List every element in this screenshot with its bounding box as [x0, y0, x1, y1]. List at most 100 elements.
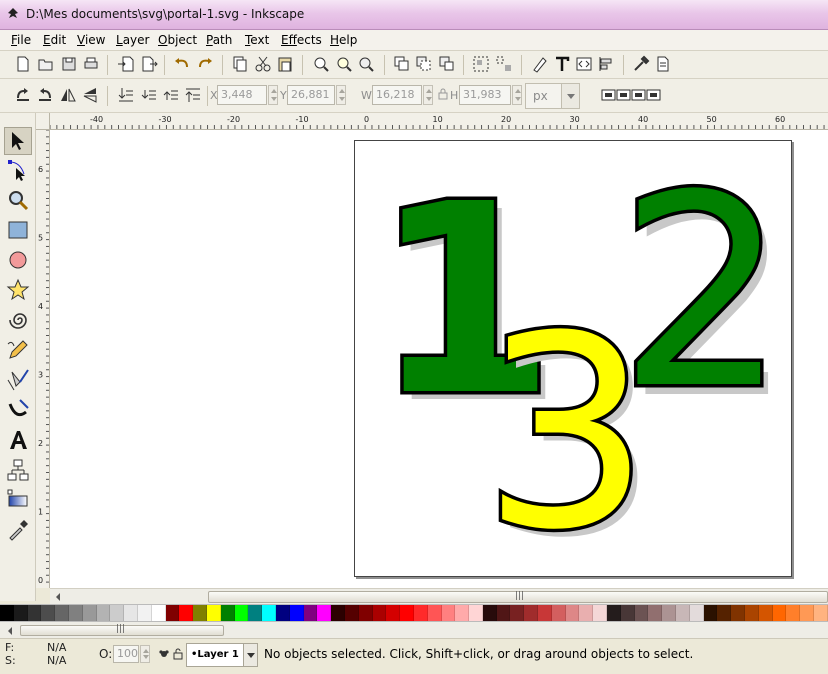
palette-swatch[interactable]: [524, 605, 539, 621]
preferences-icon[interactable]: [631, 54, 651, 74]
drawing-canvas[interactable]: 1 1 2 2 3 3: [50, 130, 828, 588]
palette-swatch[interactable]: [344, 605, 359, 621]
layer-select[interactable]: •Layer 1: [186, 643, 258, 667]
palette-swatch[interactable]: [538, 605, 552, 621]
palette-swatch[interactable]: [13, 605, 28, 621]
print-icon[interactable]: [81, 54, 101, 74]
palette-swatch[interactable]: [124, 605, 138, 621]
import-icon[interactable]: [116, 54, 136, 74]
lower-icon[interactable]: [139, 85, 159, 105]
palette-swatch[interactable]: [220, 605, 235, 621]
paste-icon[interactable]: [275, 54, 295, 74]
palette-swatch[interactable]: [745, 605, 759, 621]
canvas-horizontal-scrollbar[interactable]: |||: [50, 588, 828, 604]
palette-swatch[interactable]: [565, 605, 580, 621]
palette-swatch[interactable]: [772, 605, 787, 621]
menu-object[interactable]: Object: [158, 33, 197, 47]
x-spinner[interactable]: [268, 85, 278, 105]
palette-swatch[interactable]: [386, 605, 401, 621]
palette-swatch[interactable]: [496, 605, 511, 621]
calligraphy-tool-icon[interactable]: [4, 396, 32, 424]
palette-swatch[interactable]: [400, 605, 414, 621]
palette-swatch[interactable]: [262, 605, 276, 621]
opacity-spinner[interactable]: [140, 645, 150, 663]
zoom-page-icon[interactable]: [356, 54, 376, 74]
palette-swatch[interactable]: [0, 605, 14, 621]
palette-swatch[interactable]: [482, 605, 497, 621]
palette-swatch[interactable]: [27, 605, 42, 621]
palette-scroll-left-icon[interactable]: [8, 627, 12, 635]
palette-swatch[interactable]: [358, 605, 373, 621]
ellipse-tool-icon[interactable]: [4, 246, 32, 274]
selector-tool-icon[interactable]: [4, 127, 32, 155]
node-tool-icon[interactable]: [4, 156, 32, 184]
ungroup-icon[interactable]: [494, 54, 514, 74]
palette-swatch[interactable]: [303, 605, 318, 621]
palette-swatch[interactable]: [179, 605, 194, 621]
palette-scroll-thumb[interactable]: |||: [20, 624, 224, 636]
document-properties-icon[interactable]: [653, 54, 673, 74]
y-spinner[interactable]: [336, 85, 346, 105]
layer-lock-icon[interactable]: [173, 648, 183, 660]
x-field[interactable]: 3,448: [217, 85, 267, 105]
menu-edit[interactable]: Edit: [43, 33, 66, 47]
palette-swatch[interactable]: [551, 605, 566, 621]
palette-swatch[interactable]: [372, 605, 387, 621]
h-spinner[interactable]: [512, 85, 522, 105]
rotate-cw-icon[interactable]: [35, 85, 55, 105]
zoom-tool-icon[interactable]: [4, 186, 32, 214]
menu-help[interactable]: Help: [330, 33, 357, 47]
palette-swatch[interactable]: [110, 605, 125, 621]
menu-file[interactable]: File: [11, 33, 31, 47]
save-icon[interactable]: [59, 54, 79, 74]
palette-swatch[interactable]: [289, 605, 304, 621]
digit-three[interactable]: 3: [479, 277, 655, 579]
palette-swatch[interactable]: [648, 605, 663, 621]
palette-swatch[interactable]: [786, 605, 801, 621]
palette-swatch[interactable]: [620, 605, 635, 621]
palette-swatch[interactable]: [634, 605, 649, 621]
palette-swatch[interactable]: [165, 605, 180, 621]
palette-swatch[interactable]: [800, 605, 815, 621]
palette-swatch[interactable]: [151, 605, 166, 621]
menu-view[interactable]: View: [77, 33, 105, 47]
undo-icon[interactable]: [172, 54, 192, 74]
stroke-value[interactable]: N/A: [47, 654, 66, 667]
pencil-tool-icon[interactable]: [4, 336, 32, 364]
palette-swatch[interactable]: [234, 605, 249, 621]
palette-swatch[interactable]: [731, 605, 746, 621]
redo-icon[interactable]: [195, 54, 215, 74]
palette-swatch[interactable]: [248, 605, 263, 621]
text-tool-icon[interactable]: [4, 426, 32, 454]
xml-editor-icon[interactable]: [574, 54, 594, 74]
palette-swatch[interactable]: [331, 605, 345, 621]
clone-icon[interactable]: [414, 54, 434, 74]
lower-to-bottom-icon[interactable]: [116, 85, 136, 105]
palette-swatch[interactable]: [413, 605, 428, 621]
copy-icon[interactable]: [230, 54, 250, 74]
flip-vertical-icon[interactable]: [80, 85, 100, 105]
palette-swatch[interactable]: [593, 605, 608, 621]
unlink-clone-icon[interactable]: [437, 54, 457, 74]
palette-scrollbar[interactable]: |||: [0, 622, 828, 638]
w-spinner[interactable]: [423, 85, 433, 105]
group-icon[interactable]: [471, 54, 491, 74]
text-font-icon[interactable]: [552, 54, 572, 74]
fill-value[interactable]: N/A: [47, 641, 66, 654]
fill-stroke-icon[interactable]: [530, 54, 550, 74]
align-icon[interactable]: [596, 54, 616, 74]
document-page[interactable]: 1 1 2 2 3 3: [354, 140, 793, 579]
cut-icon[interactable]: [253, 54, 273, 74]
palette-swatch[interactable]: [137, 605, 152, 621]
palette-swatch[interactable]: [676, 605, 690, 621]
star-tool-icon[interactable]: [4, 276, 32, 304]
connector-tool-icon[interactable]: [4, 456, 32, 484]
open-icon[interactable]: [36, 54, 56, 74]
rotate-ccw-icon[interactable]: [13, 85, 33, 105]
raise-icon[interactable]: [161, 85, 181, 105]
palette-swatch[interactable]: [607, 605, 621, 621]
gradient-tool-icon[interactable]: [4, 486, 32, 514]
palette-swatch[interactable]: [510, 605, 525, 621]
palette-swatch[interactable]: [55, 605, 69, 621]
unit-select[interactable]: px: [525, 83, 580, 109]
